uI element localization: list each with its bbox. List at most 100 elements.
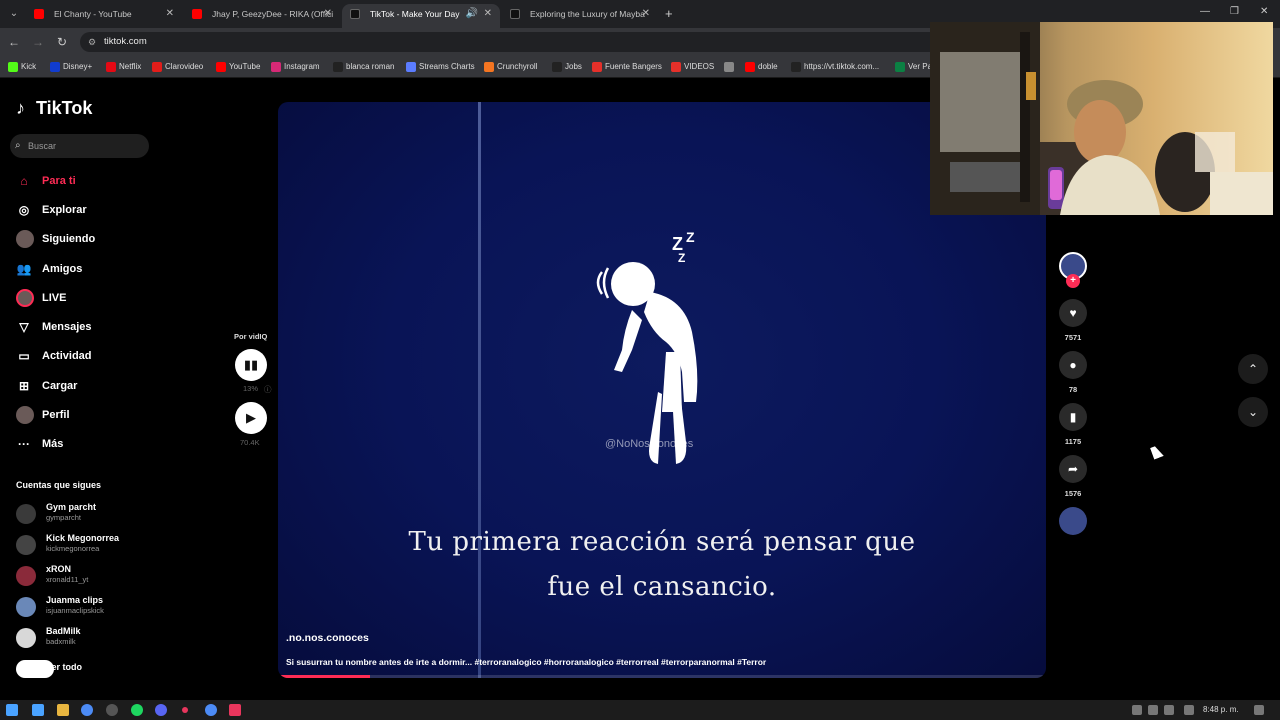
recording-icon[interactable] [182,707,188,713]
address-bar[interactable]: ⚙ tiktok.com [80,32,950,52]
browser-tab-rika[interactable]: Jhay P, GeezyDee - RIKA (Offici ✕ [184,4,340,28]
nav-item-siguiendo[interactable]: Siguiendo [16,229,95,249]
following-account[interactable]: Gym parcht gymparcht [16,502,156,528]
comment-count: 78 [1068,385,1078,394]
chrome-icon[interactable] [81,704,93,716]
nav-item-cargar[interactable]: ⊞ Cargar [16,376,78,396]
close-window-button[interactable]: ✕ [1260,6,1268,17]
video-progress-bar[interactable] [278,675,1046,678]
nav-item-perfil[interactable]: Perfil [16,405,70,425]
tab-search-icon[interactable]: ⌄ [6,6,22,22]
restore-button[interactable]: ❐ [1230,6,1239,17]
account-handle: gymparcht [46,513,82,522]
browser-tab-maybach[interactable]: Exploring the Luxury of Mayba ✕ [502,4,658,28]
music-disc-icon[interactable] [1059,507,1087,535]
windows-start-icon[interactable] [6,704,18,716]
bookmark-label: VIDEOS [684,62,715,71]
close-tab-icon[interactable]: ✕ [484,4,492,24]
svg-text:Z: Z [678,251,685,265]
nav-item-live[interactable]: LIVE [16,288,66,308]
video-author[interactable]: .no.nos.conoces [286,632,369,644]
browser-tab-el-chanty[interactable]: El Chanty - YouTube ✕ [26,4,182,28]
like-button[interactable]: ♥ [1059,299,1087,327]
account-handle: badxmilk [46,637,76,646]
discord-icon[interactable] [155,704,167,716]
save-button[interactable]: ▮ [1059,403,1087,431]
minimize-button[interactable]: — [1200,6,1210,17]
svg-text:Z: Z [686,229,695,245]
nav-item-amigos[interactable]: 👥 Amigos [16,259,83,279]
bookmark-item[interactable]: Ver Pa [895,60,932,74]
bookmark-favicon-icon [152,62,162,72]
new-tab-button[interactable]: + [665,6,673,21]
bookmark-item[interactable]: Clarovideo [152,60,203,74]
nav-item-para-ti[interactable]: ⌂ Para ti [16,171,75,191]
comment-button[interactable]: ● [1059,351,1087,379]
forward-button[interactable]: → [30,34,46,50]
bookmark-item[interactable]: blanca roman [333,60,394,74]
spotify-icon[interactable] [131,704,143,716]
following-account[interactable]: BadMilk badxmilk [16,626,156,652]
share-button[interactable]: ➦ [1059,455,1087,483]
reload-button[interactable]: ↻ [54,34,70,50]
taskbar-app-icon[interactable] [32,704,44,716]
bookmark-item[interactable]: https://vt.tiktok.com... [791,60,879,74]
bookmark-item[interactable]: Netflix [106,60,141,74]
vidiq-label: Por vidIQ [234,332,268,341]
search-input[interactable]: ⌕ Buscar [10,134,149,158]
following-account[interactable]: Juanma clips isjuanmaclipskick [16,595,156,621]
bookmark-item[interactable]: Streams Charts [406,60,475,74]
site-info-icon[interactable]: ⚙ [88,32,96,52]
following-account[interactable]: Kick Megonorrea kickmegonorrea [16,533,156,559]
bookmark-label: Netflix [119,62,142,71]
next-video-button[interactable]: ⌄ [1238,397,1268,427]
close-tab-icon[interactable]: ✕ [166,4,174,24]
close-tab-icon[interactable]: ✕ [324,4,332,24]
info-icon[interactable]: ⓘ [264,384,272,395]
see-all-link[interactable]: Ver todo [16,660,82,678]
following-account[interactable]: xRON xronald11_yt [16,564,156,590]
close-tab-icon[interactable]: ✕ [642,4,650,24]
bookmark-item[interactable]: YouTube [216,60,260,74]
browser-tab-tiktok[interactable]: TikTok - Make Your Day 🔊 ✕ [342,4,500,28]
back-button[interactable]: ← [6,34,22,50]
bookmark-item[interactable]: VIDEOS [671,60,714,74]
bookmark-item[interactable]: Crunchyroll [484,60,537,74]
play-button[interactable]: ▶ [235,402,267,434]
video-description[interactable]: Si susurran tu nombre antes de irte a do… [286,657,766,667]
system-tray-icon[interactable] [1132,705,1142,715]
bookmark-label: Streams Charts [419,62,475,71]
chrome-icon[interactable] [205,704,217,716]
pen-icon[interactable] [1184,705,1194,715]
bookmark-item[interactable]: Fuente Bangers [592,60,662,74]
bookmark-label: Clarovideo [165,62,204,71]
bookmark-favicon-icon [745,62,755,72]
tiktok-app-icon[interactable] [229,704,241,716]
vidiq-stats-button[interactable]: ▮▮ [235,349,267,381]
tiktok-logo[interactable]: ♪ TikTok [16,98,92,119]
follow-plus-icon[interactable]: + [1066,274,1080,288]
notifications-icon[interactable] [1254,705,1264,715]
video-subtitle: Tu primera reacción será pensar que fue … [278,520,1046,610]
bookmark-item[interactable]: Jobs [552,60,582,74]
network-icon[interactable] [1148,705,1158,715]
taskbar-app-icon[interactable] [106,704,118,716]
bookmark-item[interactable]: Kick [8,60,36,74]
taskbar-clock[interactable]: 8:48 p. m. [1203,705,1239,714]
bookmark-item[interactable]: Instagram [271,60,320,74]
search-placeholder: Buscar [28,141,57,151]
bookmark-label: Disney+ [63,62,93,71]
previous-video-button[interactable]: ⌃ [1238,354,1268,384]
nav-item-m-s[interactable]: ··· Más [16,434,63,454]
audio-playing-icon[interactable]: 🔊 [466,4,478,24]
file-explorer-icon[interactable] [57,704,69,716]
nav-item-mensajes[interactable]: ▽ Mensajes [16,317,91,337]
volume-icon[interactable] [1164,705,1174,715]
nav-item-actividad[interactable]: ▭ Actividad [16,346,91,366]
following-section-title: Cuentas que sigues [16,480,102,490]
nav-item-explorar[interactable]: ◎ Explorar [16,200,87,220]
bookmark-item[interactable]: Disney+ [50,60,92,74]
bookmark-item[interactable] [724,60,737,74]
bookmark-item[interactable]: doble [745,60,778,74]
heart-icon: ♥ [1069,306,1077,320]
